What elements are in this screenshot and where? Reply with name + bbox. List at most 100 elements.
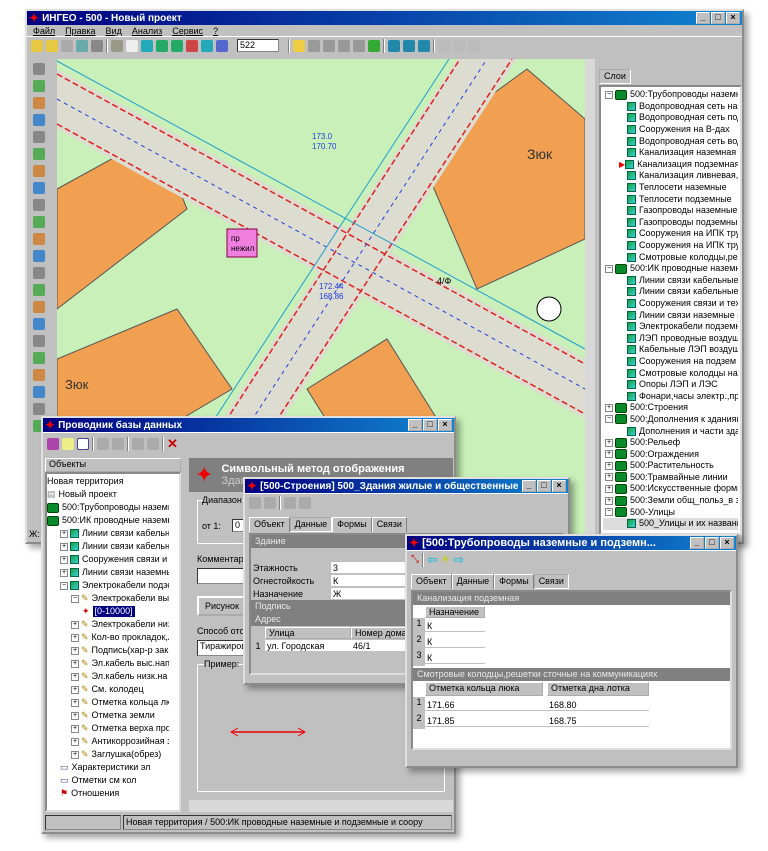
tree-node[interactable]: + ✎ Эл.кабель выс.нап [47, 657, 169, 670]
drawing-tool-icon[interactable] [33, 284, 45, 296]
layer-item[interactable]: Линии связи наземные г [603, 309, 738, 321]
tab-links[interactable]: Связи [533, 574, 569, 589]
scale-input[interactable]: 522 [237, 39, 279, 52]
table-row[interactable]: 1 171.66 168.80 [413, 697, 730, 713]
tree-node[interactable]: 500:ИК проводные наземн [47, 514, 169, 527]
tool-icon[interactable] [453, 39, 465, 52]
tree-node[interactable]: ▤ Новый проект [47, 488, 169, 501]
table-row[interactable]: 2 171.85 168.75 [413, 713, 730, 729]
drawing-tool-icon[interactable] [33, 386, 45, 398]
layer-group[interactable]: − 500:Дополнения к зданиям, [603, 414, 738, 426]
ring-mark-cell[interactable]: 171.66 [425, 699, 547, 711]
edit-icon[interactable] [293, 39, 305, 52]
drawing-tool-icon[interactable] [33, 369, 45, 381]
tree-node[interactable]: + ✎ См. колодец [47, 683, 169, 696]
layer-item[interactable]: 500_Улицы и их названи [603, 517, 738, 530]
group-icon[interactable] [338, 39, 350, 52]
tab-data[interactable]: Данные [451, 574, 495, 589]
drawing-tool-icon[interactable] [33, 80, 45, 92]
tree-node[interactable]: − ✎ Электрокабели вы [47, 592, 169, 605]
maximize-button[interactable]: □ [705, 537, 719, 549]
menu-item[interactable]: Вид [106, 26, 122, 36]
expand-toggle-icon[interactable]: + [71, 711, 79, 720]
layer-item[interactable]: Смотровые колодцы,реш [603, 251, 738, 263]
tab-object[interactable]: Объект [411, 574, 452, 589]
layer-item[interactable]: Теплосети подземные [603, 193, 738, 205]
layer-group[interactable]: − 500:Трубопроводы наземные [603, 89, 738, 101]
layer-item[interactable]: Дополнения и части здан [603, 425, 738, 437]
tree-node[interactable]: + Линии связи кабельн [47, 540, 169, 553]
tab-object[interactable]: Объект [249, 517, 290, 532]
copy-icon[interactable] [132, 437, 144, 450]
minimize-button[interactable]: _ [408, 419, 422, 431]
drawing-tool-icon[interactable] [33, 301, 45, 313]
tree-node[interactable]: ▭ Характеристики эл [47, 761, 169, 774]
layer-item[interactable]: Канализация ливневая,д [603, 170, 738, 182]
ungroup-icon[interactable] [353, 39, 365, 52]
save-icon[interactable] [46, 39, 58, 52]
forward-arrow-icon[interactable]: ⇨ [453, 552, 464, 567]
layer-item[interactable]: Кабельные ЛЭП воздуш [603, 344, 738, 356]
refresh-icon[interactable] [201, 39, 213, 52]
purpose-cell[interactable]: К [425, 652, 485, 664]
drawing-tool-icon[interactable] [33, 63, 45, 75]
tab-links[interactable]: Связи [371, 517, 407, 532]
expand-toggle-icon[interactable]: − [605, 90, 613, 99]
tree-node[interactable]: + Сооружения связи и те [47, 553, 169, 566]
close-button[interactable]: × [720, 537, 734, 549]
layer-group[interactable]: − 500:ИК проводные наземные [603, 263, 738, 275]
table-row[interactable]: 3К [413, 650, 730, 666]
layer-group[interactable]: +500:Искусственные формы р [603, 483, 738, 495]
drawing-tool-icon[interactable] [33, 97, 45, 109]
database-icon[interactable] [368, 39, 380, 52]
tree-node[interactable]: + ✎ Отметка кольца лю [47, 696, 169, 709]
layer-group[interactable]: +500:Земли общ_польз_в зас [603, 495, 738, 507]
tree-node[interactable]: ▭ Отметки см кол [47, 774, 169, 787]
zoom-extent-icon[interactable] [186, 39, 198, 52]
tree-node[interactable]: + ✎ Отметка верха про [47, 722, 169, 735]
drawing-tool-icon[interactable] [33, 131, 45, 143]
expand-toggle-icon[interactable]: + [71, 750, 79, 759]
search-icon[interactable] [76, 39, 88, 52]
expand-toggle-icon[interactable]: + [60, 568, 68, 577]
expand-toggle-icon[interactable]: + [71, 685, 79, 694]
zoom-in-icon[interactable] [156, 39, 168, 52]
drawing-tool-icon[interactable] [33, 267, 45, 279]
node-delete-icon[interactable] [418, 39, 430, 52]
layer-item[interactable]: Смотровые колодцы на к [603, 367, 738, 379]
tree-node[interactable]: + ✎ Эл.кабель низк.на [47, 670, 169, 683]
copy-icon[interactable] [308, 39, 320, 52]
tab-data[interactable]: Данные [289, 517, 333, 532]
node-icon[interactable] [388, 39, 400, 52]
expand-toggle-icon[interactable]: − [605, 415, 613, 424]
print-icon[interactable] [91, 39, 103, 52]
layers-icon[interactable] [216, 39, 228, 52]
layer-item[interactable]: Канализация наземная [603, 147, 738, 159]
back-arrow-icon[interactable]: ⇦ [427, 552, 438, 567]
zoom-out-icon[interactable] [171, 39, 183, 52]
select-icon[interactable] [111, 39, 123, 52]
expand-toggle-icon[interactable]: + [60, 542, 68, 551]
expand-toggle-icon[interactable]: − [71, 594, 79, 603]
expand-toggle-icon[interactable]: + [71, 724, 79, 733]
layer-item[interactable]: Сооружения на подзем [603, 356, 738, 368]
new-object-icon[interactable] [77, 437, 89, 450]
maximize-button[interactable]: □ [711, 12, 725, 24]
expand-toggle-icon[interactable]: + [605, 496, 613, 505]
close-button[interactable]: × [438, 419, 452, 431]
expand-toggle-icon[interactable]: + [71, 698, 79, 707]
drawing-tool-icon[interactable] [33, 182, 45, 194]
link-icon[interactable]: ✳ [441, 554, 450, 566]
tree-node[interactable]: 500:Трубопроводы наземн [47, 501, 169, 514]
layer-item[interactable]: Газопроводы подземные [603, 217, 738, 229]
table-row[interactable]: 1К [413, 618, 730, 634]
layer-group[interactable]: +500:Строения [603, 402, 738, 414]
eraser-icon[interactable] [61, 39, 73, 52]
tree-node[interactable]: + ✎ Подпись(хар-р зак. [47, 644, 169, 657]
layer-group[interactable]: +500:Ограждения [603, 448, 738, 460]
layer-item[interactable]: Опоры ЛЭП и ЛЭС [603, 379, 738, 391]
drawing-tool-icon[interactable] [33, 216, 45, 228]
layer-item[interactable]: Водопроводная сеть под [603, 112, 738, 124]
tool-icon[interactable] [438, 39, 450, 52]
tree-node[interactable]: + ✎ Кол-во прокладок,л [47, 631, 169, 644]
